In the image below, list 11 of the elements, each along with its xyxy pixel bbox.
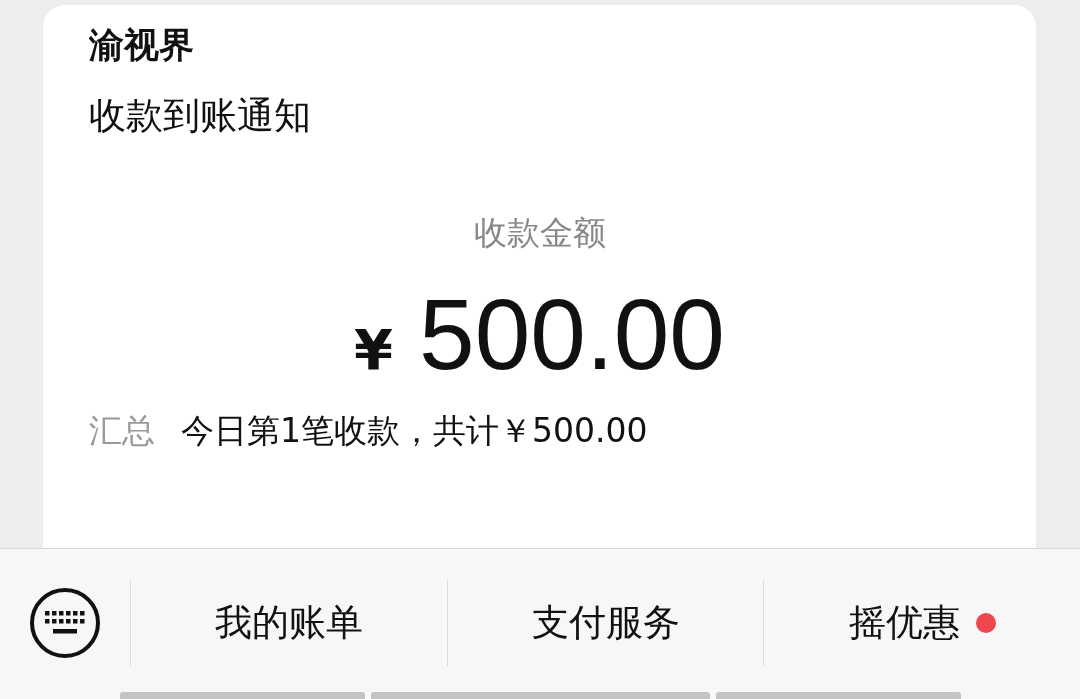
summary-label: 汇总 <box>89 410 155 452</box>
keyboard-icon[interactable] <box>28 586 102 660</box>
message-title: 收款到账通知 <box>89 93 312 139</box>
currency-symbol: ¥ <box>354 317 394 382</box>
sender-name: 渝视界 <box>89 24 195 67</box>
menu-button[interactable]: 支付服务 <box>531 598 680 648</box>
amount-value: 500.00 <box>419 277 725 392</box>
menu-button[interactable]: 摇优惠 <box>848 598 960 648</box>
summary-text: 今日第1笔收款，共计￥500.00 <box>181 410 648 452</box>
amount-label: 收款金额 <box>473 212 606 254</box>
menu-button[interactable]: 我的账单 <box>214 598 363 648</box>
